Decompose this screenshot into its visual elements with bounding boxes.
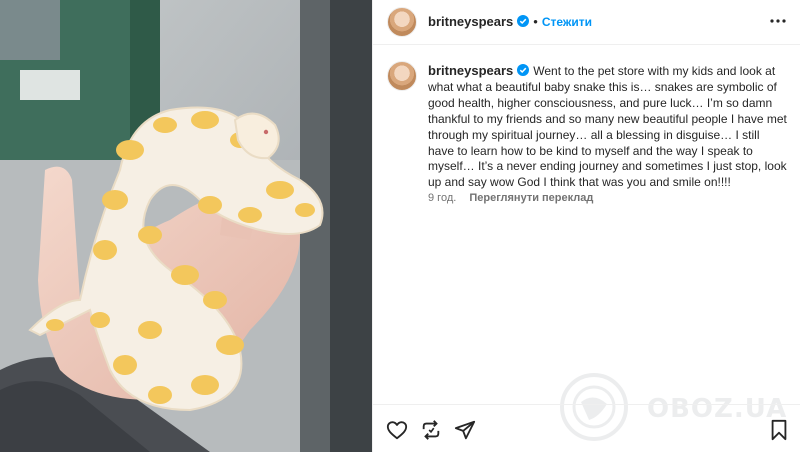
post-header: britneyspears • Стежити [373,0,800,45]
post-details-panel: britneyspears • Стежити britneyspears Went … [372,0,800,452]
caption-body: Went to the pet store with my kids and l… [428,64,787,190]
bookmark-icon[interactable] [768,419,790,441]
caption-text: britneyspears Went to the pet store with … [428,63,788,191]
see-translation-link[interactable]: Переглянути переклад [469,192,593,204]
snake-photo-image [0,0,372,452]
follow-button[interactable]: Стежити [542,15,592,29]
verified-badge-icon [517,64,530,76]
post-actions-bar [373,404,800,453]
repost-icon[interactable] [420,419,442,441]
caption-author-avatar[interactable] [387,61,417,91]
caption-username[interactable]: britneyspears [428,63,513,78]
header-user-line: britneyspears • Стежити [428,14,592,29]
author-avatar[interactable] [387,7,417,37]
share-icon[interactable] [454,419,476,441]
post-photo[interactable] [0,0,372,452]
post-time[interactable]: 9 год. [428,192,456,204]
verified-badge-icon [517,15,530,27]
author-username[interactable]: britneyspears [428,14,513,29]
separator-dot: • [533,14,538,29]
heart-icon[interactable] [386,419,408,441]
more-options-icon[interactable] [769,12,787,30]
caption-meta: 9 год. Переглянути переклад [428,192,593,204]
